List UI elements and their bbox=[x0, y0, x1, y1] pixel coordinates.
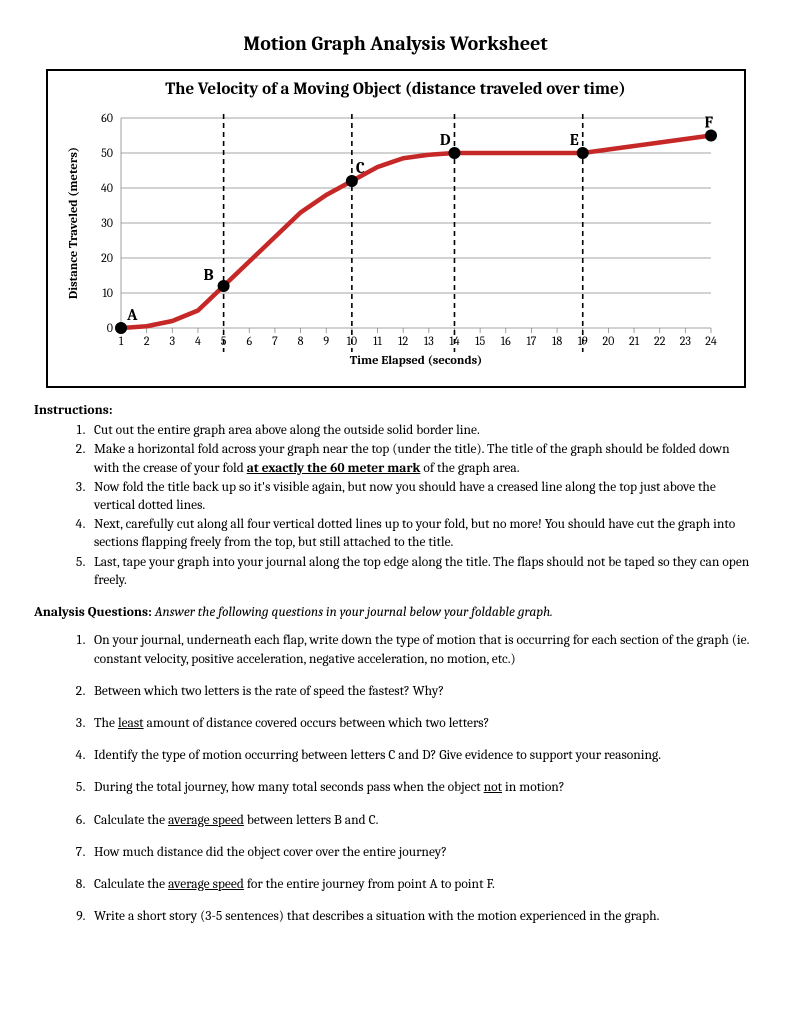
svg-text:40: 40 bbox=[100, 181, 112, 195]
instruction-item: Now fold the title back up so it's visib… bbox=[88, 479, 757, 515]
analysis-heading-line: Analysis Questions: Answer the following… bbox=[34, 604, 757, 622]
svg-text:60: 60 bbox=[101, 111, 113, 125]
svg-text:8: 8 bbox=[297, 334, 303, 348]
instructions-list: Cut out the entire graph area above alon… bbox=[88, 422, 757, 590]
emphasis: least bbox=[118, 716, 144, 731]
text: of the graph area. bbox=[420, 461, 519, 476]
svg-text:9: 9 bbox=[323, 334, 329, 348]
instructions-heading: Instructions: bbox=[34, 402, 757, 420]
question-item: Between which two letters is the rate of… bbox=[88, 683, 757, 701]
question-item: On your journal, underneath each flap, w… bbox=[88, 632, 757, 668]
svg-text:2: 2 bbox=[143, 334, 149, 348]
graph-container: The Velocity of a Moving Object (distanc… bbox=[46, 69, 746, 388]
text: in motion? bbox=[502, 780, 565, 795]
emphasis: at exactly the 60 meter mark bbox=[247, 461, 421, 476]
chart-svg: 0102030405060123456789101112131415161718… bbox=[61, 106, 731, 376]
questions-list: On your journal, underneath each flap, w… bbox=[88, 632, 757, 926]
text: for the entire journey from point A to p… bbox=[244, 877, 495, 892]
question-item: Identify the type of motion occurring be… bbox=[88, 747, 757, 765]
svg-text:22: 22 bbox=[654, 334, 666, 348]
svg-text:12: 12 bbox=[398, 334, 408, 348]
svg-text:Distance Traveled (meters): Distance Traveled (meters) bbox=[67, 147, 81, 299]
emphasis: not bbox=[484, 780, 502, 795]
emphasis: average speed bbox=[168, 813, 244, 828]
question-item: During the total journey, how many total… bbox=[88, 779, 757, 797]
svg-text:E: E bbox=[569, 131, 578, 149]
svg-text:Time Elapsed (seconds): Time Elapsed (seconds) bbox=[349, 354, 482, 368]
analysis-intro: Answer the following questions in your j… bbox=[152, 605, 553, 620]
svg-text:D: D bbox=[439, 131, 450, 149]
svg-text:13: 13 bbox=[423, 334, 433, 348]
instruction-item: Cut out the entire graph area above alon… bbox=[88, 422, 757, 440]
question-item: Write a short story (3-5 sentences) that… bbox=[88, 908, 757, 926]
svg-text:24: 24 bbox=[705, 334, 717, 348]
question-item: Calculate the average speed for the enti… bbox=[88, 876, 757, 894]
text: Calculate the bbox=[94, 813, 168, 828]
svg-text:23: 23 bbox=[679, 334, 691, 348]
svg-text:0: 0 bbox=[106, 321, 112, 335]
text: amount of distance covered occurs betwee… bbox=[144, 716, 490, 731]
svg-text:50: 50 bbox=[101, 146, 113, 160]
svg-text:16: 16 bbox=[500, 334, 510, 348]
question-item: Calculate the average speed between lett… bbox=[88, 812, 757, 830]
instruction-item: Make a horizontal fold across your graph… bbox=[88, 441, 757, 477]
svg-text:20: 20 bbox=[602, 334, 614, 348]
svg-text:1: 1 bbox=[118, 334, 123, 348]
text: The bbox=[94, 716, 118, 731]
question-item: The least amount of distance covered occ… bbox=[88, 715, 757, 733]
chart-title: The Velocity of a Moving Object (distanc… bbox=[58, 79, 734, 102]
svg-text:30: 30 bbox=[101, 216, 113, 230]
question-item: How much distance did the object cover o… bbox=[88, 844, 757, 862]
text: between letters B and C. bbox=[244, 813, 379, 828]
instruction-item: Next, carefully cut along all four verti… bbox=[88, 516, 757, 552]
emphasis: average speed bbox=[168, 877, 244, 892]
svg-text:17: 17 bbox=[526, 334, 536, 348]
svg-text:11: 11 bbox=[373, 334, 382, 348]
text: During the total journey, how many total… bbox=[94, 780, 484, 795]
analysis-heading: Analysis Questions: bbox=[34, 605, 152, 620]
svg-text:15: 15 bbox=[475, 334, 485, 348]
svg-text:4: 4 bbox=[195, 334, 201, 348]
svg-text:7: 7 bbox=[272, 334, 278, 348]
svg-text:C: C bbox=[355, 159, 364, 177]
svg-text:F: F bbox=[704, 113, 713, 131]
svg-text:6: 6 bbox=[246, 334, 252, 348]
text: Calculate the bbox=[94, 877, 168, 892]
svg-text:A: A bbox=[126, 306, 138, 324]
instruction-item: Last, tape your graph into your journal … bbox=[88, 554, 757, 590]
page-title: Motion Graph Analysis Worksheet bbox=[34, 30, 757, 57]
svg-text:21: 21 bbox=[629, 334, 640, 348]
svg-text:10: 10 bbox=[102, 286, 113, 300]
svg-text:3: 3 bbox=[169, 334, 175, 348]
svg-text:B: B bbox=[203, 266, 213, 284]
svg-text:18: 18 bbox=[552, 334, 562, 348]
chart-area: 0102030405060123456789101112131415161718… bbox=[61, 106, 731, 376]
svg-text:20: 20 bbox=[101, 251, 113, 265]
